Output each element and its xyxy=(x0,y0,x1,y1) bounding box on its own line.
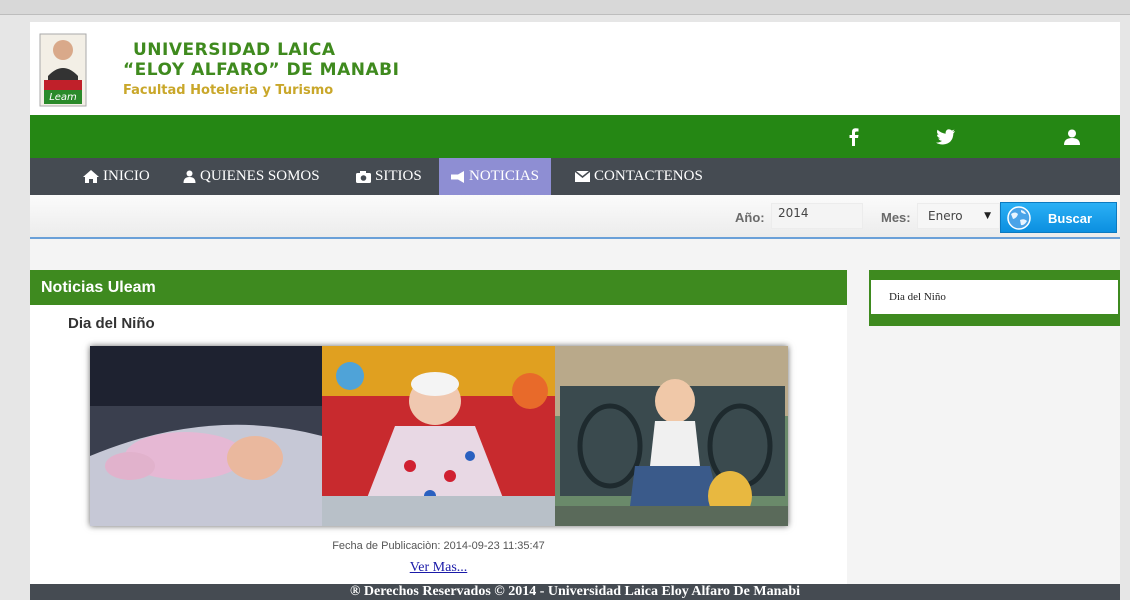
facebook-icon[interactable] xyxy=(843,126,865,148)
sidebar-news-link[interactable]: Dia del Niño xyxy=(889,291,946,303)
read-more-link[interactable]: Ver Mas... xyxy=(30,560,847,576)
news-panel: Noticias Uleam Dia del Niño Fecha de Pub… xyxy=(30,270,847,600)
nav-item-contactenos[interactable]: CONTACTENOS xyxy=(575,158,703,195)
sidebar-list-box: Dia del Niño xyxy=(871,280,1118,314)
month-select[interactable]: Enero ▼ xyxy=(917,203,1000,229)
megaphone-icon xyxy=(451,170,464,183)
nav-item-inicio[interactable]: INICIO xyxy=(83,158,150,195)
user-icon[interactable] xyxy=(1061,126,1083,148)
nav-item-noticias[interactable]: NOTICIAS xyxy=(439,158,551,195)
nav-label: CONTACTENOS xyxy=(594,168,703,184)
year-input[interactable]: 2014 xyxy=(771,203,863,229)
site-header: Leam UNIVERSIDAD LAICA “ELOY ALFARO” DE … xyxy=(30,22,1120,115)
social-bar xyxy=(30,115,1120,158)
page-frame: Leam UNIVERSIDAD LAICA “ELOY ALFARO” DE … xyxy=(30,22,1120,600)
month-label: Mes: xyxy=(881,210,911,225)
nav-label: NOTICIAS xyxy=(469,168,539,184)
year-label: Año: xyxy=(735,210,765,225)
university-title-line2: “ELOY ALFARO” DE MANABI xyxy=(123,60,400,80)
nav-label: SITIOS xyxy=(375,168,422,184)
nav-item-quienes-somos[interactable]: QUIENES SOMOS xyxy=(183,158,320,195)
footer: ® Derechos Reservados © 2014 - Universid… xyxy=(30,584,1120,600)
browser-toolbar xyxy=(0,0,1130,15)
globe-icon xyxy=(1007,206,1031,230)
search-button-label: Buscar xyxy=(1048,211,1093,226)
home-icon xyxy=(83,170,99,183)
university-title-line1: UNIVERSIDAD LAICA xyxy=(133,40,336,60)
nav-label: INICIO xyxy=(103,168,150,184)
faculty-title: Facultad Hoteleria y Turismo xyxy=(123,83,334,98)
university-logo: Leam xyxy=(39,33,87,107)
envelope-icon xyxy=(575,171,590,182)
search-button[interactable]: Buscar xyxy=(1000,202,1117,233)
main-nav: INICIO QUIENES SOMOS SITIOS NOTICIAS CON… xyxy=(30,158,1120,195)
nav-item-sitios[interactable]: SITIOS xyxy=(356,158,422,195)
twitter-icon[interactable] xyxy=(935,126,957,148)
search-bar: Año: 2014 Mes: Enero ▼ Buscar xyxy=(30,195,1120,239)
sidebar-news-list: Dia del Niño xyxy=(869,270,1120,326)
publication-date: Fecha de Publicaciòn: 2014-09-23 11:35:4… xyxy=(332,540,545,552)
news-photo-collage xyxy=(90,346,788,526)
user-icon xyxy=(183,170,196,183)
nav-label: QUIENES SOMOS xyxy=(200,168,320,184)
news-panel-header: Noticias Uleam xyxy=(30,270,847,305)
news-title: Dia del Niño xyxy=(68,315,155,332)
month-value: Enero xyxy=(928,209,963,223)
dropdown-arrow-icon: ▼ xyxy=(984,211,991,221)
logo-text: Leam xyxy=(49,92,77,103)
camera-icon xyxy=(356,170,371,183)
